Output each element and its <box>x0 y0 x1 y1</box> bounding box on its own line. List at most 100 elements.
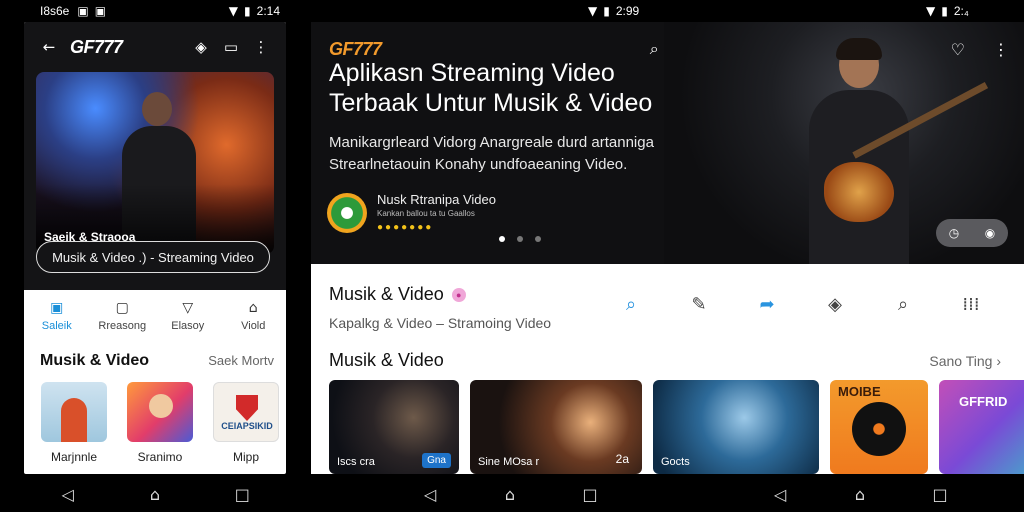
thumbnail-row: Marjnnle Sranimo CEIAPSIKID Mipp <box>40 382 280 464</box>
battery-icon: ▮ <box>603 4 610 18</box>
hero-description: Manikargrleard Vidorg Anargreale durd ar… <box>329 134 654 173</box>
app-subtitle: Kankan ballou ta tu Gaallos <box>377 209 475 218</box>
thumbnail-label: Sranimo <box>137 450 183 464</box>
media-toggle[interactable]: ◷ ◉ <box>936 219 1008 247</box>
back-triangle-icon[interactable]: ◁ <box>415 485 445 504</box>
info-title: Musik & Video <box>329 284 444 304</box>
search-icon[interactable]: ⌕ <box>650 39 659 59</box>
pager-dot[interactable] <box>535 236 541 242</box>
info-block: Musik & Video ● Kapalkg & Video – Stramo… <box>329 284 551 331</box>
heart-icon[interactable]: ♡ <box>951 40 965 59</box>
verified-badge-icon: ● <box>451 287 466 302</box>
gallery-icon: ▣ <box>94 4 107 18</box>
tab-elasoy[interactable]: ▽ Elasoy <box>155 290 221 342</box>
compass-icon[interactable]: ◈ <box>820 294 850 315</box>
shield-icon <box>236 395 258 421</box>
thumbnail-art-text: CEIAPSIKID <box>221 421 273 431</box>
chevron-right-icon: › <box>996 353 1001 369</box>
edit-icon[interactable]: ✎ <box>684 294 714 315</box>
guitarist-image <box>784 38 989 264</box>
chat-icon[interactable]: ▭ <box>216 38 246 56</box>
app-logo <box>327 192 367 233</box>
status-time: 2:14 <box>256 4 280 18</box>
tablet-app-bar: GF777 ⌕ ♡ ⋮ <box>329 34 1009 64</box>
thumbnail-label: Marjnnle <box>50 450 98 464</box>
search-icon[interactable]: ⌕ <box>888 294 918 315</box>
battery-icon: ▮ <box>941 4 948 18</box>
back-arrow-icon[interactable]: ← <box>34 38 64 56</box>
carousel-pager[interactable] <box>499 236 541 242</box>
image-icon: ▣ <box>77 4 89 18</box>
list-item[interactable]: CEIAPSIKID Mipp <box>212 382 280 464</box>
recents-icon[interactable]: □ <box>227 485 257 504</box>
camera-icon: ▢ <box>115 300 129 316</box>
featured-banner[interactable]: Saeik & Straooa <box>36 72 274 254</box>
home-icon[interactable]: ⌂ <box>845 485 875 504</box>
tab-saleik[interactable]: ▣ Saleik <box>24 290 90 342</box>
list-item[interactable]: Sranimo <box>126 382 194 464</box>
status-time: 2:₄ <box>953 4 969 18</box>
more-vert-icon[interactable]: ⋮ <box>246 38 276 56</box>
back-triangle-icon[interactable]: ◁ <box>53 485 83 504</box>
vinyl-disc-icon <box>852 402 906 456</box>
section-title: Musik & Video <box>40 352 150 369</box>
phone-screen: ← GF777 ◈ ▭ ⋮ Saeik & Straooa Musik & Vi… <box>24 22 286 474</box>
grid-icon[interactable]: ⁞⁞⁞ <box>956 294 986 315</box>
diamond-icon[interactable]: ◈ <box>186 38 216 56</box>
see-more-link[interactable]: Sano Ting › <box>929 353 1001 369</box>
home-icon[interactable]: ⌂ <box>140 485 170 504</box>
home-icon[interactable]: ⌂ <box>495 485 525 504</box>
thumbnail-image <box>127 382 193 442</box>
tablet-nav-bar-right: ◁ ⌂ □ <box>740 476 980 512</box>
rating-dots: ●●●●●●● <box>377 222 434 233</box>
video-card[interactable]: GFFRID <box>939 380 1024 474</box>
card-label: Gocts <box>661 456 690 468</box>
app-card[interactable]: Nusk Rtranipa Video Kankan ballou ta tu … <box>327 192 496 233</box>
see-more-label: Sano Ting <box>929 353 993 369</box>
tab-label: Viold <box>241 320 266 332</box>
search-icon[interactable]: ⌕ <box>616 294 646 315</box>
video-card[interactable]: Iscs cra Gna <box>329 380 459 474</box>
wifi-icon: ▼ <box>228 4 239 18</box>
status-bar-mid: ▼ ▮ 2:99 <box>588 0 708 22</box>
recents-icon[interactable]: □ <box>575 485 605 504</box>
info-subtitle: Kapalkg & Video – Stramoing Video <box>329 315 552 331</box>
card-art-text: GFFRID <box>959 394 1008 409</box>
video-card[interactable]: Gocts <box>653 380 819 474</box>
status-time: 2:99 <box>615 4 640 18</box>
card-label: Iscs cra <box>337 456 375 468</box>
pager-dot[interactable] <box>499 236 505 242</box>
card-tag: Gna <box>422 453 451 468</box>
home-icon: ⌂ <box>248 300 258 316</box>
thumbnail-image: CEIAPSIKID <box>213 382 279 442</box>
wifi-icon: ▼ <box>588 4 598 18</box>
tab-label: Saleik <box>41 320 72 332</box>
tab-rreasong[interactable]: ▢ Rreasong <box>90 290 156 342</box>
category-pill[interactable]: Musik & Video .) - Streaming Video <box>36 241 270 273</box>
tab-label: Elasoy <box>171 320 205 332</box>
pager-dot[interactable] <box>517 236 523 242</box>
share-icon[interactable]: ➦ <box>752 294 782 315</box>
section-header: Musik & Video Sano Ting › <box>329 350 1001 371</box>
thumbnail-image <box>41 382 107 442</box>
back-triangle-icon[interactable]: ◁ <box>765 485 795 504</box>
video-card[interactable]: Sine MOsa r 2a <box>470 380 642 474</box>
pill-label: Musik & Video .) - Streaming Video <box>52 249 254 265</box>
more-vert-icon[interactable]: ⋮ <box>993 40 1009 59</box>
section-title: Musik & Video <box>329 350 444 370</box>
clock-icon[interactable]: ◷ <box>949 226 959 240</box>
phone-app-bar: ← GF777 ◈ ▭ ⋮ <box>24 22 286 72</box>
app-name: Nusk Rtranipa Video <box>377 192 496 207</box>
recents-icon[interactable]: □ <box>925 485 955 504</box>
tab-viold[interactable]: ⌂ Viold <box>221 290 287 342</box>
see-more-link[interactable]: Saek Mortv <box>208 353 274 368</box>
search-icon[interactable]: ◉ <box>985 226 995 240</box>
tablet-screen: Aplikasn Streaming Video Terbaak Untur M… <box>311 22 1024 474</box>
video-card[interactable]: MOIBE <box>830 380 928 474</box>
app-brand: GF777 <box>329 38 382 59</box>
section-header: Musik & Video Saek Mortv <box>40 352 274 370</box>
phone-tab-bar: ▣ Saleik ▢ Rreasong ▽ Elasoy ⌂ Viold <box>24 290 286 342</box>
folder-icon: ▣ <box>50 300 64 316</box>
list-item[interactable]: Marjnnle <box>40 382 108 464</box>
flag-icon: ▽ <box>182 300 194 316</box>
